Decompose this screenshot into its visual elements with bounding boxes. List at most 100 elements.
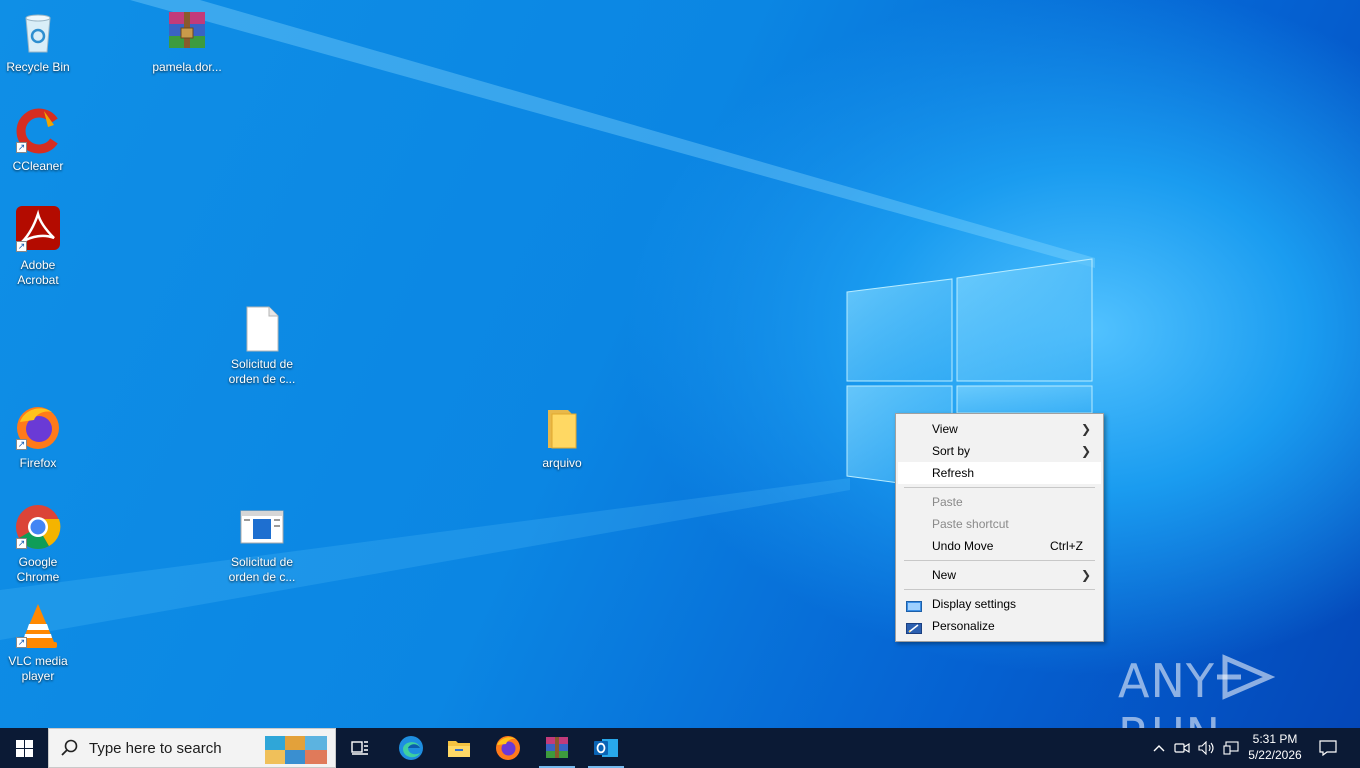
menu-item-view[interactable]: View ❯ xyxy=(898,418,1101,440)
folder-icon xyxy=(538,404,586,452)
menu-item-label: Personalize xyxy=(932,619,995,633)
menu-item-label: Refresh xyxy=(932,466,975,480)
taskbar-search-box[interactable]: Type here to search xyxy=(48,728,336,768)
menu-item-new[interactable]: New ❯ xyxy=(898,564,1101,586)
menu-item-paste[interactable]: Paste xyxy=(898,491,1101,513)
chevron-up-icon xyxy=(1153,745,1165,752)
edge-icon xyxy=(399,736,423,760)
action-center-button[interactable] xyxy=(1312,728,1344,768)
taskbar-edge-button[interactable] xyxy=(387,728,435,768)
shortcut-arrow-icon: ↗ xyxy=(16,142,27,153)
desktop-icon-adobe-acrobat[interactable]: ↗ Adobe Acrobat xyxy=(0,206,76,288)
wallpaper-logo xyxy=(0,0,1095,640)
play-triangle-icon xyxy=(1216,654,1275,700)
recycle-bin-icon xyxy=(14,8,62,56)
menu-item-sort-by[interactable]: Sort by ❯ xyxy=(898,440,1101,462)
chevron-right-icon: ❯ xyxy=(1080,444,1091,458)
desktop-context-menu: View ❯ Sort by ❯ Refresh Paste Paste sho… xyxy=(895,413,1104,642)
search-placeholder: Type here to search xyxy=(89,740,222,757)
desktop-icon-label: VLC media player xyxy=(8,654,68,683)
menu-item-display-settings[interactable]: Display settings xyxy=(898,593,1101,615)
vlc-icon: ↗ xyxy=(14,602,62,650)
chevron-right-icon: ❯ xyxy=(1080,422,1091,436)
taskbar-outlook-button[interactable] xyxy=(582,728,630,768)
desktop-icon-solicitud-file[interactable]: Solicitud de orden de c... xyxy=(224,503,300,585)
clock-date: 5/22/2026 xyxy=(1248,748,1302,762)
winrar-archive-icon xyxy=(163,8,211,56)
search-icon xyxy=(61,739,78,756)
notification-icon xyxy=(1319,740,1337,756)
desktop-icon-ccleaner[interactable]: ↗ CCleaner xyxy=(0,107,76,174)
ccleaner-icon: ↗ xyxy=(14,107,62,155)
start-button[interactable] xyxy=(0,728,48,768)
desktop-icon-firefox[interactable]: ↗ Firefox xyxy=(0,404,76,471)
menu-item-refresh[interactable]: Refresh xyxy=(898,462,1101,484)
windows-logo-icon xyxy=(15,739,33,757)
menu-item-label: Display settings xyxy=(932,597,1017,611)
firefox-icon: ↗ xyxy=(14,404,62,452)
desktop-icon-label: Adobe Acrobat xyxy=(17,258,59,287)
volume-button[interactable] xyxy=(1196,728,1218,768)
desktop-icon-label: arquivo xyxy=(542,456,582,470)
desktop-icon-vlc-media-player[interactable]: ↗ VLC media player xyxy=(0,602,76,684)
menu-item-label: Undo Move xyxy=(932,539,994,553)
menu-item-personalize[interactable]: Personalize xyxy=(898,615,1101,637)
shortcut-arrow-icon: ↗ xyxy=(16,637,27,648)
taskbar: Type here to search 5:31 PM 5/22/2026 xyxy=(0,728,1360,768)
personalize-icon xyxy=(906,620,922,634)
taskbar-winrar-button[interactable] xyxy=(533,728,581,768)
show-hidden-icons-button[interactable] xyxy=(1150,728,1168,768)
desktop-icon-recycle-bin[interactable]: Recycle Bin xyxy=(0,8,76,75)
search-highlight-puzzle-icon xyxy=(265,736,327,764)
desktop-icon-solicitud-document[interactable]: Solicitud de orden de c... xyxy=(224,305,300,387)
firefox-icon xyxy=(496,736,520,760)
menu-item-label: Sort by xyxy=(932,444,971,458)
taskbar-file-explorer-button[interactable] xyxy=(435,728,483,768)
file-explorer-icon xyxy=(448,741,470,757)
desktop[interactable]: Recycle Bin pamela.dor... ↗ CCleaner ↗ A… xyxy=(0,0,1360,728)
menu-item-paste-shortcut[interactable]: Paste shortcut xyxy=(898,513,1101,535)
desktop-icon-label: Firefox xyxy=(19,456,57,470)
task-view-icon xyxy=(351,741,368,755)
menu-item-label: Paste shortcut xyxy=(932,517,1009,531)
network-icon xyxy=(1223,741,1239,755)
network-button[interactable] xyxy=(1220,728,1242,768)
desktop-icon-label: CCleaner xyxy=(12,159,64,173)
chevron-right-icon: ❯ xyxy=(1080,568,1091,582)
desktop-icon-winrar-archive[interactable]: pamela.dor... xyxy=(149,8,225,75)
desktop-icon-label: Solicitud de orden de c... xyxy=(228,555,296,584)
menu-item-shortcut: Ctrl+Z xyxy=(1050,539,1083,553)
taskbar-clock[interactable]: 5:31 PM 5/22/2026 xyxy=(1244,731,1306,763)
meet-now-icon xyxy=(1174,742,1190,754)
desktop-icon-google-chrome[interactable]: ↗ Google Chrome xyxy=(0,503,76,585)
desktop-icon-label: Recycle Bin xyxy=(6,60,70,74)
task-view-button[interactable] xyxy=(336,728,384,768)
desktop-icon-arquivo-folder[interactable]: arquivo xyxy=(524,404,600,471)
winrar-icon xyxy=(546,737,568,758)
shortcut-arrow-icon: ↗ xyxy=(16,241,27,252)
watermark-text-left: ANY xyxy=(1118,654,1215,708)
menu-item-label: View xyxy=(932,422,958,436)
taskbar-firefox-button[interactable] xyxy=(484,728,532,768)
shortcut-arrow-icon: ↗ xyxy=(16,538,27,549)
desktop-icon-label: Solicitud de orden de c... xyxy=(228,357,296,386)
menu-item-label: Paste xyxy=(932,495,963,509)
blank-document-icon xyxy=(238,305,286,353)
chrome-icon: ↗ xyxy=(14,503,62,551)
meet-now-button[interactable] xyxy=(1172,728,1192,768)
menu-item-undo-move[interactable]: Undo Move Ctrl+Z xyxy=(898,535,1101,557)
speaker-icon xyxy=(1198,741,1214,755)
menu-separator xyxy=(904,560,1095,561)
menu-separator xyxy=(904,487,1095,488)
window-document-icon xyxy=(238,503,286,551)
adobe-acrobat-icon: ↗ xyxy=(14,206,62,254)
display-settings-icon xyxy=(906,598,922,612)
menu-item-label: New xyxy=(932,568,957,582)
watermark-text-right: RUN xyxy=(1118,708,1221,728)
clock-time: 5:31 PM xyxy=(1252,732,1298,746)
desktop-icon-label: Google Chrome xyxy=(16,555,60,584)
outlook-icon xyxy=(594,739,618,757)
menu-separator xyxy=(904,589,1095,590)
shortcut-arrow-icon: ↗ xyxy=(16,439,27,450)
desktop-icon-label: pamela.dor... xyxy=(152,60,222,74)
